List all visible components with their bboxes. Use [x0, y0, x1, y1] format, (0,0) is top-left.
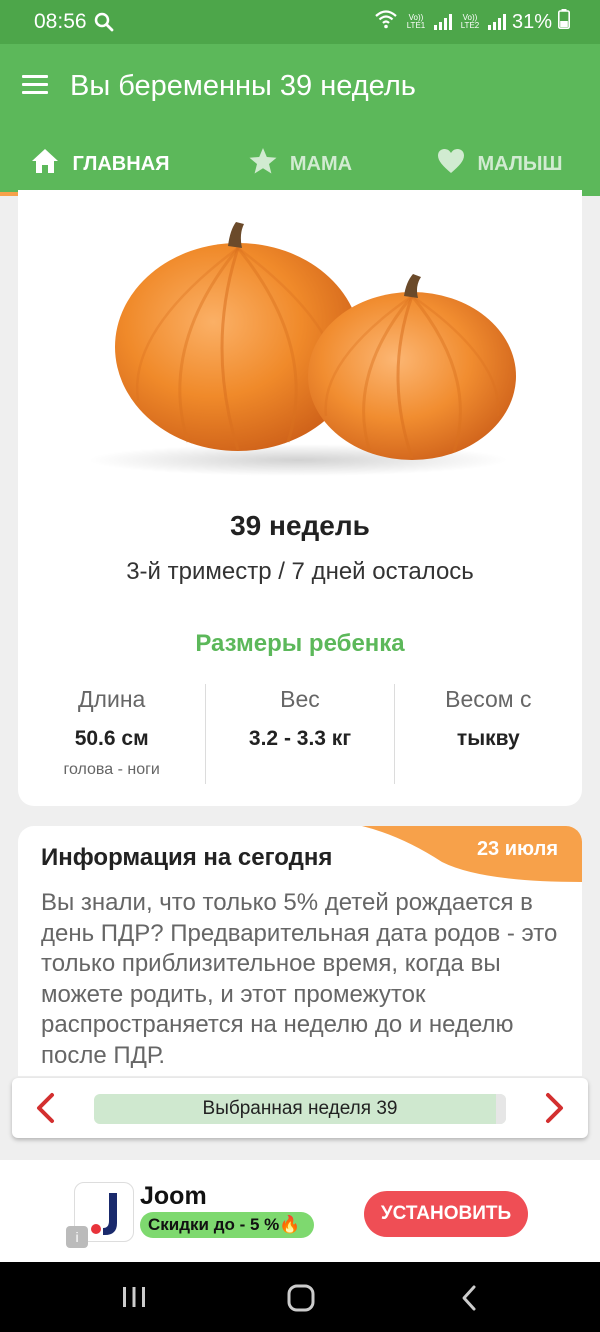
tab-home[interactable]: ГЛАВНАЯ	[0, 132, 200, 196]
week-title: 39 недель	[230, 510, 370, 541]
size-comparison: Весом с тыкву	[393, 684, 582, 784]
ad-banner[interactable]: i Joom Скидки до - 5 %🔥 УСТАНОВИТЬ	[0, 1160, 600, 1262]
page-title: Вы беременны 39 недель	[70, 70, 416, 102]
system-nav-bar	[0, 1262, 600, 1332]
tab-label: МАМА	[289, 152, 353, 175]
sim2-label: Vo)) LTE2	[460, 13, 480, 30]
info-date: 23 июля	[476, 838, 558, 860]
back-icon[interactable]	[458, 1284, 480, 1317]
tab-label: МАЛЫШ	[477, 152, 563, 175]
trimester-info: 3-й триместр / 7 дней осталось	[126, 558, 474, 585]
star-icon	[248, 147, 278, 181]
ad-promo-badge: Скидки до - 5 %🔥	[140, 1212, 315, 1238]
tab-label: ГЛАВНАЯ	[72, 152, 170, 175]
app-bar: Вы беременны 39 недель	[0, 44, 600, 132]
battery-icon	[558, 9, 570, 35]
info-title: Информация на сегодня	[41, 844, 333, 871]
size-label: Вес	[280, 686, 320, 712]
home-icon	[30, 147, 60, 181]
pumpkin-image	[78, 210, 518, 480]
install-button[interactable]: УСТАНОВИТЬ	[364, 1191, 528, 1237]
week-card: 39 недель 3-й триместр / 7 дней осталось…	[18, 190, 582, 806]
selected-week-label: Выбранная неделя 39	[94, 1094, 506, 1124]
wifi-icon	[374, 9, 398, 35]
status-bar: 08:56 Vo)) LTE1 Vo)) LTE2 31%	[0, 0, 600, 44]
signal-icon	[487, 14, 506, 30]
home-button-icon[interactable]	[286, 1284, 316, 1317]
size-label: Длина	[77, 686, 146, 712]
size-weight: Вес 3.2 - 3.3 кг	[205, 684, 393, 784]
chevron-right-icon[interactable]	[544, 1092, 566, 1129]
signal-icon	[433, 14, 452, 30]
chevron-left-icon[interactable]	[34, 1092, 56, 1129]
hamburger-menu-icon[interactable]	[22, 75, 48, 95]
week-selector: Выбранная неделя 39	[12, 1078, 588, 1138]
size-value: тыкву	[456, 727, 520, 750]
baby-sizes-title: Размеры ребенка	[195, 630, 405, 657]
info-card: 23 июля Информация на сегодня Вы знали, …	[18, 826, 582, 1076]
tab-mom[interactable]: МАМА	[200, 132, 400, 196]
heart-icon	[437, 148, 465, 180]
size-note: голова - ноги	[63, 761, 160, 778]
size-value: 3.2 - 3.3 кг	[248, 727, 352, 750]
sim1-label: Vo)) LTE1	[406, 13, 426, 30]
battery-percent: 31%	[511, 10, 552, 33]
search-icon	[94, 12, 114, 37]
ad-info-icon[interactable]: i	[66, 1226, 88, 1248]
status-time: 08:56	[34, 10, 87, 33]
tab-bar: ГЛАВНАЯ МАМА МАЛЫШ	[0, 132, 600, 196]
baby-sizes: Длина 50.6 см голова - ноги Вес 3.2 - 3.…	[18, 684, 582, 784]
size-label: Весом с	[445, 686, 532, 712]
size-length: Длина 50.6 см голова - ноги	[18, 684, 205, 784]
recent-apps-icon[interactable]	[120, 1284, 148, 1315]
tab-baby[interactable]: МАЛЫШ	[400, 132, 600, 196]
info-body: Вы знали, что только 5% детей рождается …	[41, 889, 558, 1069]
size-value: 50.6 см	[74, 727, 149, 750]
ad-app-name: Joom	[140, 1182, 207, 1210]
